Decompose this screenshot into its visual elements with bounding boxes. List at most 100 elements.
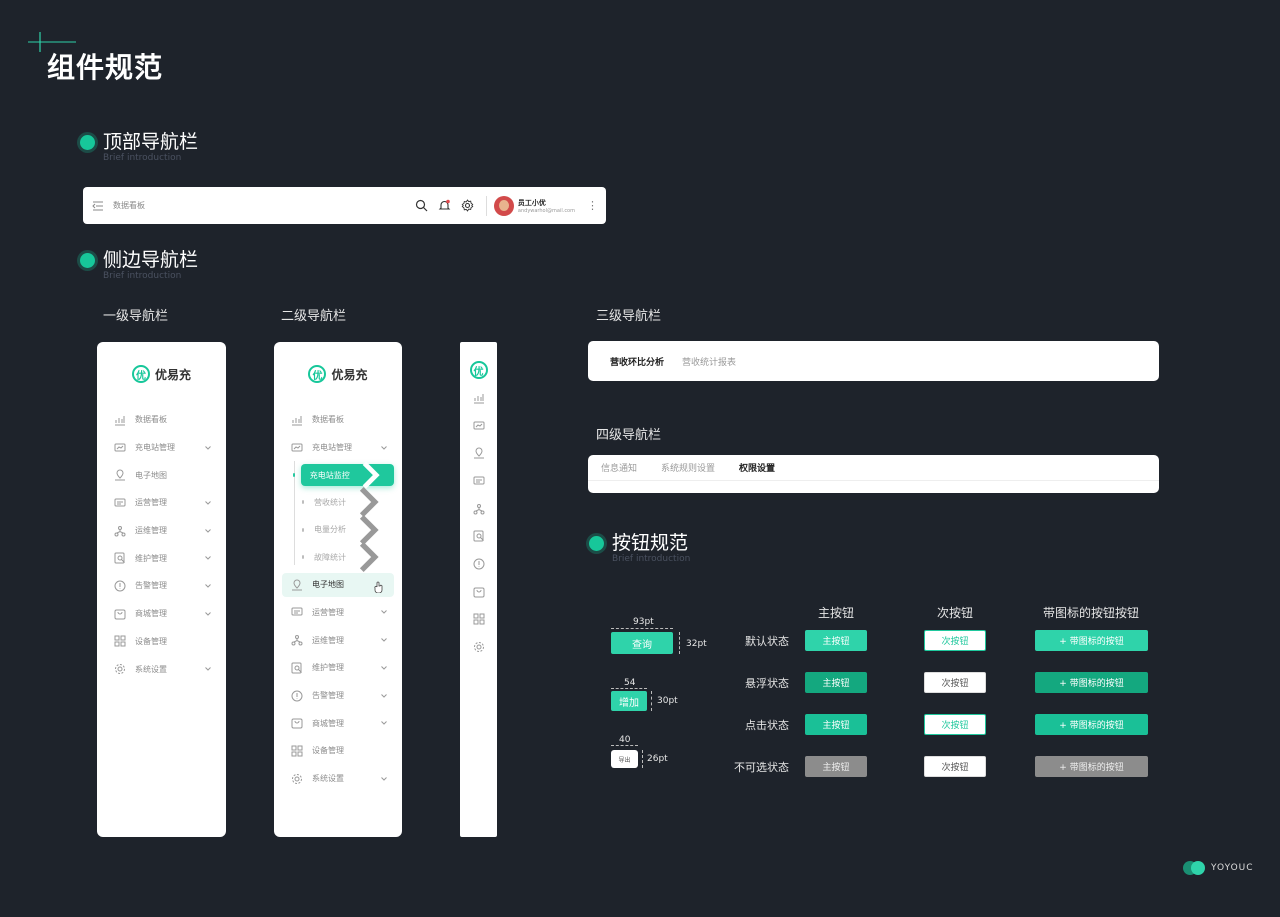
sidebar-item[interactable]: 电子地图 — [97, 461, 226, 489]
sidebar-item[interactable]: 商城管理 — [274, 709, 402, 737]
map-icon — [115, 469, 125, 481]
bell-icon[interactable] — [438, 199, 451, 212]
avatar[interactable] — [493, 195, 514, 216]
dim-height-add: 30pt — [657, 696, 678, 706]
sidebar-item[interactable]: 告警管理 — [274, 682, 402, 710]
sidebar-icon-item[interactable] — [460, 495, 497, 523]
primary-button[interactable]: 主按钮 — [805, 672, 867, 693]
query-button[interactable]: 查询 — [611, 632, 673, 654]
tab[interactable]: 系统规则设置 — [661, 461, 715, 474]
search-doc-icon — [473, 530, 484, 542]
chevron-down-icon — [205, 584, 211, 588]
icon-button[interactable]: + 带图标的按钮 — [1035, 630, 1148, 651]
tab[interactable]: 营收环比分析 — [610, 355, 664, 368]
sidebar-item-label: 充电站管理 — [312, 443, 352, 453]
secondary-button[interactable]: 次按钮 — [924, 672, 986, 693]
dim-width-add: 54 — [624, 678, 636, 688]
sidebar-item[interactable]: 数据看板 — [97, 406, 226, 434]
dim-line — [679, 632, 680, 654]
icon-button[interactable]: + 带图标的按钮 — [1035, 756, 1148, 777]
user-name: 员工小优 — [517, 198, 546, 207]
sidebar-icon-item[interactable] — [460, 522, 497, 550]
gear-icon[interactable] — [461, 199, 474, 212]
divider — [485, 195, 487, 216]
logo[interactable]: 优 优易充 — [274, 364, 402, 384]
sidebar-icon-item[interactable] — [460, 384, 497, 412]
breadcrumb[interactable]: 数据看板 — [113, 200, 410, 211]
more-icon[interactable]: ⋮ — [587, 199, 598, 212]
section-subtitle: Brief introduction — [103, 271, 182, 281]
top-navbar: 数据看板 员工小优 andywarhol@mail.com ⋮ — [83, 187, 606, 224]
sidebar-item[interactable]: 设备管理 — [274, 737, 402, 765]
secondary-button[interactable]: 次按钮 — [924, 714, 986, 735]
icon-button[interactable]: + 带图标的按钮 — [1035, 714, 1148, 735]
sidebar-item-label: 数据看板 — [135, 415, 167, 425]
sidebar-item[interactable]: 电子地图 — [274, 571, 402, 599]
sidebar-icon-item[interactable] — [460, 412, 497, 440]
logo[interactable]: 优 优易充 — [97, 364, 226, 384]
chevron-down-icon — [381, 665, 387, 670]
sidebar-icon-item[interactable] — [460, 606, 497, 634]
sidebar-icon-item[interactable] — [460, 439, 497, 467]
submenu-item[interactable]: 充电站监控 — [274, 461, 402, 489]
export-button[interactable]: 导出 — [611, 750, 638, 768]
label-level3: 三级导航栏 — [596, 309, 662, 324]
monitor-icon — [473, 421, 484, 430]
search-icon[interactable] — [415, 199, 428, 212]
section-dot — [80, 253, 95, 268]
sidebar-level2: 优 优易充 数据看板 充电站管理 充电站监控 营收统计 电量分析 故障统计 电子地图 运营管理… — [274, 342, 402, 837]
user-info[interactable]: 员工小优 andywarhol@mail.com — [518, 198, 575, 214]
menu-fold-icon[interactable] — [91, 199, 105, 213]
sidebar-item[interactable]: 维护管理 — [274, 654, 402, 682]
secondary-button[interactable]: 次按钮 — [924, 756, 986, 777]
network-icon — [291, 635, 303, 646]
shop-icon — [291, 718, 303, 729]
sidebar-item[interactable]: 维护管理 — [97, 544, 226, 572]
brand-logo: YOYOUC — [1183, 861, 1254, 875]
sidebar-item[interactable]: 系统设置 — [97, 655, 226, 683]
add-button[interactable]: 增加 — [611, 691, 647, 711]
sidebar-item[interactable]: 商城管理 — [97, 600, 226, 628]
sidebar-item[interactable]: 设备管理 — [97, 628, 226, 656]
sidebar-item-label: 设备管理 — [312, 746, 344, 756]
sidebar-icon-item[interactable] — [460, 633, 497, 661]
row-label: 默认状态 — [745, 635, 789, 648]
gear-icon — [115, 664, 125, 675]
sidebar-icon-item[interactable] — [460, 550, 497, 578]
sidebar-item[interactable]: 运维管理 — [97, 517, 226, 545]
tab[interactable]: 权限设置 — [739, 461, 775, 474]
section-title: 侧边导航栏 — [103, 249, 199, 271]
sidebar-item-label: 运维管理 — [135, 526, 167, 536]
sidebar-item[interactable]: 数据看板 — [274, 406, 402, 434]
secondary-button[interactable]: 次按钮 — [924, 630, 986, 651]
sidebar-item[interactable]: 运维管理 — [274, 626, 402, 654]
primary-button[interactable]: 主按钮 — [805, 756, 867, 777]
logo[interactable]: 优 — [460, 342, 497, 384]
section-title: 按钮规范 — [612, 532, 689, 554]
sidebar-item[interactable]: 运营管理 — [274, 599, 402, 627]
chevron-right-icon — [362, 461, 380, 489]
tab[interactable]: 营收统计报表 — [682, 355, 736, 368]
logo-icon: 优 — [469, 361, 488, 379]
sidebar-item[interactable]: 系统设置 — [274, 765, 402, 793]
sidebar-item-label: 商城管理 — [135, 609, 167, 619]
primary-button[interactable]: 主按钮 — [805, 630, 867, 651]
sidebar-item-label: 告警管理 — [312, 691, 344, 701]
tree-dot — [302, 500, 304, 505]
label-level4: 四级导航栏 — [596, 428, 662, 443]
sidebar-item[interactable]: 告警管理 — [97, 572, 226, 600]
label-level2: 二级导航栏 — [281, 309, 347, 324]
icon-button[interactable]: + 带图标的按钮 — [1035, 672, 1148, 693]
shop-icon — [473, 587, 484, 598]
submenu-item[interactable]: 故障统计 — [274, 542, 402, 573]
tab[interactable]: 信息通知 — [601, 461, 637, 474]
map-icon — [292, 579, 302, 591]
primary-button[interactable]: 主按钮 — [805, 714, 867, 735]
sidebar-item[interactable]: 运营管理 — [97, 489, 226, 517]
sidebar-item[interactable]: 充电站管理 — [97, 434, 226, 462]
sidebar-item-label: 系统设置 — [312, 774, 344, 784]
network-icon — [114, 525, 126, 537]
sidebar-icon-item[interactable] — [460, 578, 497, 606]
sidebar-icon-item[interactable] — [460, 467, 497, 495]
logo-text: 优易充 — [331, 367, 368, 382]
